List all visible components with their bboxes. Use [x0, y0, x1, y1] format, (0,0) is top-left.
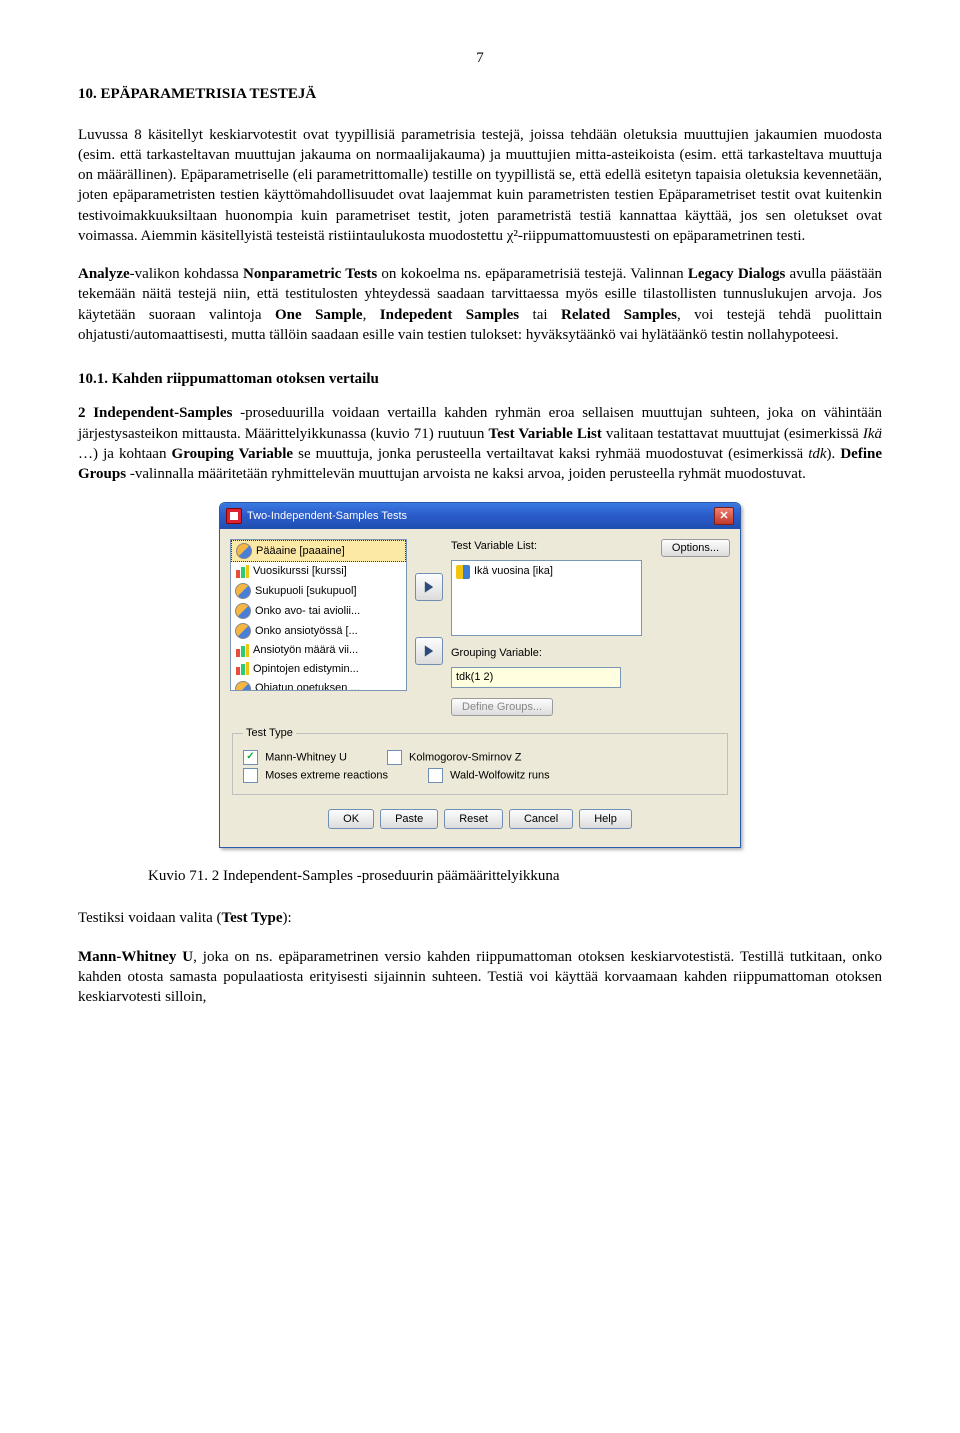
nominal-icon [235, 681, 251, 691]
arrow-right-icon [422, 580, 436, 594]
list-item[interactable]: Opintojen edistymin... [231, 660, 406, 679]
list-item-label: Onko ansiotyössä [... [255, 624, 358, 639]
checkbox-icon [387, 750, 402, 765]
two-indep-samples-dialog: Two-Independent-Samples Tests ✕ Pääaine … [219, 502, 741, 848]
dialog-titlebar: Two-Independent-Samples Tests ✕ [220, 503, 740, 529]
list-item[interactable]: Vuosikurssi [kurssi] [231, 562, 406, 581]
moses-checkbox[interactable]: Moses extreme reactions [243, 768, 388, 783]
grouping-variable-label: Grouping Variable: [451, 646, 642, 661]
list-item[interactable]: Pääaine [paaaine] [231, 540, 406, 562]
dialog-title-icon [226, 508, 242, 524]
list-item-label: Ikä vuosina [ika] [474, 564, 553, 579]
paste-button[interactable]: Paste [380, 809, 438, 829]
para2-text: Analyze-valikon kohdassa Nonparametric T… [78, 266, 882, 343]
paragraph-2indep: 2 Independent-Samples -proseduurilla voi… [78, 403, 882, 484]
list-item[interactable]: Ohjatun opetuksen ... [231, 679, 406, 691]
checkbox-label: Wald-Wolfowitz runs [450, 769, 550, 781]
test-type-legend: Test Type [243, 726, 296, 741]
list-item[interactable]: Ansiotyön määrä vii... [231, 641, 406, 660]
list-item-label: Sukupuoli [sukupuol] [255, 584, 357, 599]
checkbox-label: Kolmogorov-Smirnov Z [409, 751, 521, 763]
checkbox-icon [243, 750, 258, 765]
test-variable-list[interactable]: Ikä vuosina [ika] [451, 560, 642, 636]
arrow-right-icon [422, 644, 436, 658]
list-item[interactable]: Onko avo- tai aviolii... [231, 601, 406, 621]
dialog-screenshot: Two-Independent-Samples Tests ✕ Pääaine … [78, 502, 882, 848]
checkbox-label: Moses extreme reactions [265, 769, 388, 781]
test-type-intro-text: Testiksi voidaan valita (Test Type): [78, 910, 292, 926]
nominal-icon [236, 543, 252, 559]
reset-button[interactable]: Reset [444, 809, 503, 829]
checkbox-icon [428, 768, 443, 783]
define-groups-button[interactable]: Define Groups... [451, 698, 553, 716]
close-icon[interactable]: ✕ [714, 507, 734, 525]
mann-whitney-checkbox[interactable]: Mann-Whitney U [243, 750, 347, 765]
heading-section-10: 10. EPÄPARAMETRISIA TESTEJÄ [78, 84, 882, 104]
ok-button[interactable]: OK [328, 809, 374, 829]
list-item[interactable]: Sukupuoli [sukupuol] [231, 581, 406, 601]
grouping-variable-input[interactable]: tdk(1 2) [451, 667, 621, 688]
ordinal-icon [235, 662, 249, 676]
cancel-button[interactable]: Cancel [509, 809, 573, 829]
dialog-button-row: OK Paste Reset Cancel Help [230, 803, 730, 839]
source-variable-list[interactable]: Pääaine [paaaine] Vuosikurssi [kurssi] S… [230, 539, 407, 691]
list-item-label: Pääaine [paaaine] [256, 544, 345, 559]
paragraph-mann-whitney: Mann-Whitney U, joka on ns. epäparametri… [78, 947, 882, 1008]
wald-wolfowitz-checkbox[interactable]: Wald-Wolfowitz runs [428, 768, 550, 783]
arrow-column [415, 573, 443, 665]
help-button[interactable]: Help [579, 809, 632, 829]
options-button[interactable]: Options... [661, 539, 730, 557]
list-item-label: Ansiotyön määrä vii... [253, 643, 358, 658]
scale-icon [456, 565, 470, 579]
nominal-icon [235, 603, 251, 619]
list-item[interactable]: Onko ansiotyössä [... [231, 621, 406, 641]
mann-whitney-text: Mann-Whitney U, joka on ns. epäparametri… [78, 949, 882, 1006]
move-right-button[interactable] [415, 573, 443, 601]
figure-caption: Kuvio 71. 2 Independent-Samples -prosedu… [148, 866, 882, 886]
ordinal-icon [235, 565, 249, 579]
list-item-label: Vuosikurssi [kurssi] [253, 564, 347, 579]
paragraph-test-type-intro: Testiksi voidaan valita (Test Type): [78, 908, 882, 928]
nominal-icon [235, 583, 251, 599]
paragraph-intro: Luvussa 8 käsitellyt keskiarvotestit ova… [78, 125, 882, 247]
checkbox-label: Mann-Whitney U [265, 751, 347, 763]
page-number: 7 [78, 48, 882, 68]
list-item-label: Ohjatun opetuksen ... [255, 681, 360, 691]
kolmogorov-smirnov-checkbox[interactable]: Kolmogorov-Smirnov Z [387, 750, 522, 765]
checkbox-icon [243, 768, 258, 783]
list-item-label: Onko avo- tai aviolii... [255, 604, 360, 619]
ordinal-icon [235, 644, 249, 658]
heading-section-10-1: 10.1. Kahden riippumattoman otoksen vert… [78, 369, 882, 389]
list-item-label: Opintojen edistymin... [253, 662, 359, 677]
nominal-icon [235, 623, 251, 639]
list-item[interactable]: Ikä vuosina [ika] [454, 563, 639, 580]
paragraph-analyze: Analyze-valikon kohdassa Nonparametric T… [78, 264, 882, 345]
move-right-button-2[interactable] [415, 637, 443, 665]
test-variable-list-label: Test Variable List: [451, 539, 642, 554]
test-type-group: Test Type Mann-Whitney U Kolmogorov-Smir… [232, 726, 728, 795]
dialog-title: Two-Independent-Samples Tests [247, 509, 407, 524]
